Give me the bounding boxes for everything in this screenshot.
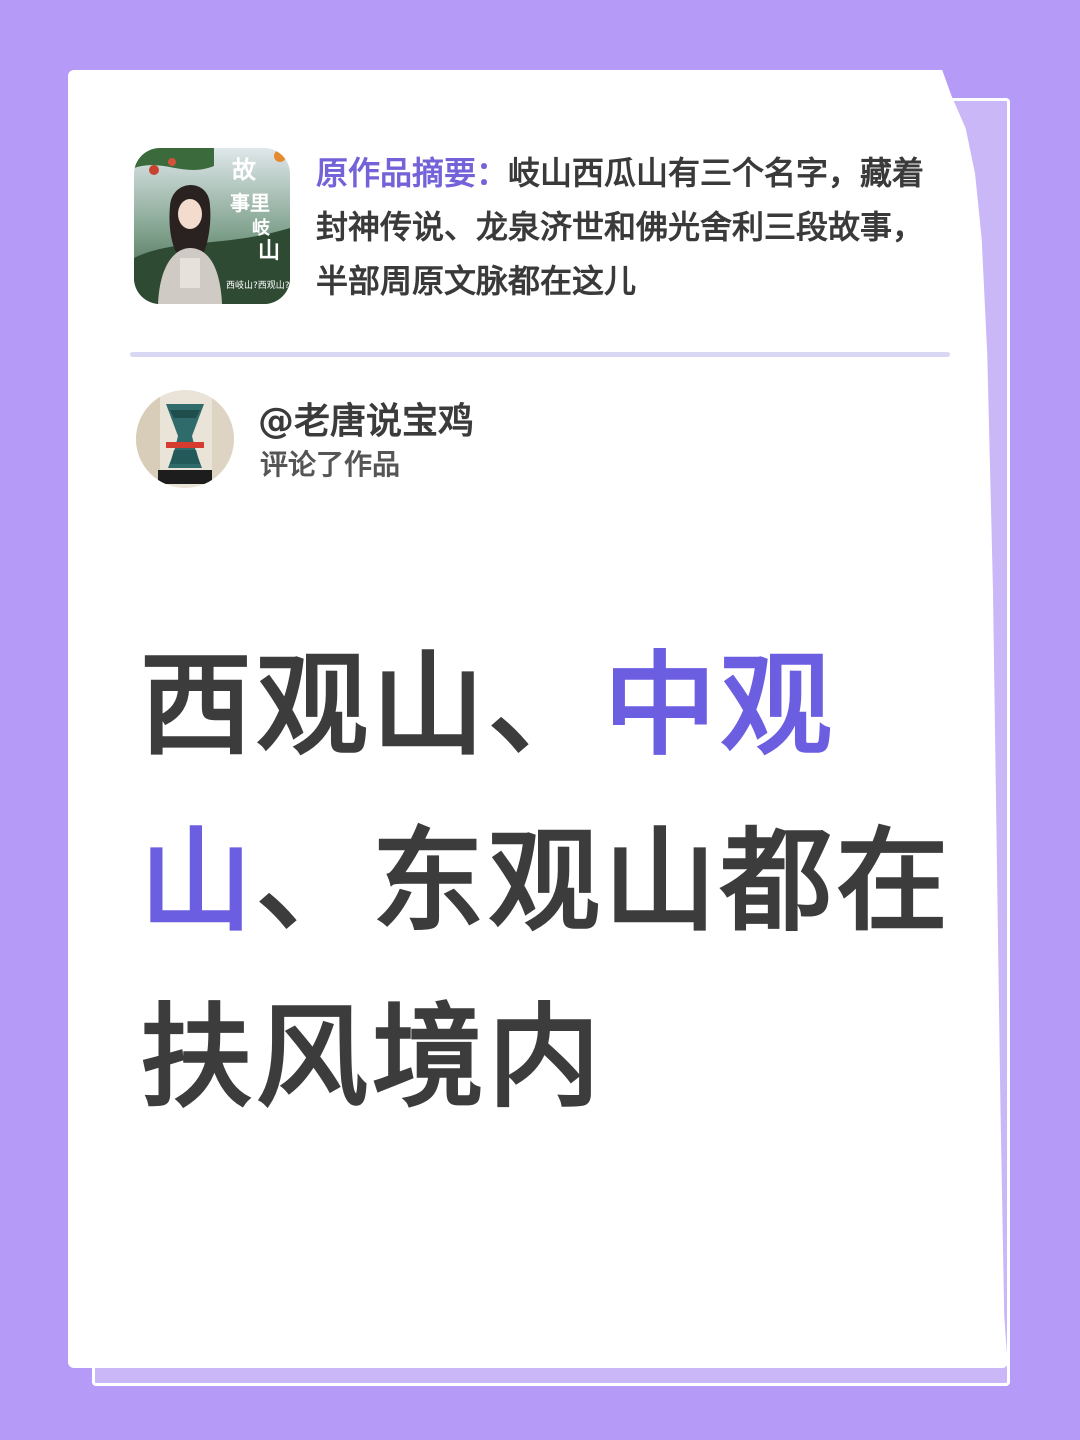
svg-text:岐: 岐 [252,217,271,239]
original-work-thumbnail[interactable]: 故 事里 岐 山 西岐山?西观山? [134,148,290,304]
headline-part-1: 西观山、 [140,641,604,771]
headline-part-3: 、东观山都在扶风境内 [140,817,952,1123]
commenter-avatar[interactable] [136,390,234,488]
section-divider [130,352,950,357]
svg-text:故: 故 [232,155,257,184]
comment-action-text: 评论了作品 [260,448,401,481]
bronze-vessel-avatar-icon [136,390,234,488]
comment-headline: 西观山、中观山、东观山都在扶风境内 [140,618,960,1146]
thumbnail-image: 故 事里 岐 山 西岐山?西观山? [134,148,290,304]
svg-text:西岐山?西观山?: 西岐山?西观山? [226,279,290,291]
summary-label: 原作品摘要： [316,154,509,192]
svg-text:山: 山 [258,238,280,264]
original-summary: 原作品摘要：岐山西瓜山有三个名字，藏着封神传说、龙泉济世和佛光舍利三段故事，半部… [316,146,936,308]
commenter-handle[interactable]: @老唐说宝鸡 [258,398,474,446]
svg-text:事里: 事里 [230,191,270,215]
